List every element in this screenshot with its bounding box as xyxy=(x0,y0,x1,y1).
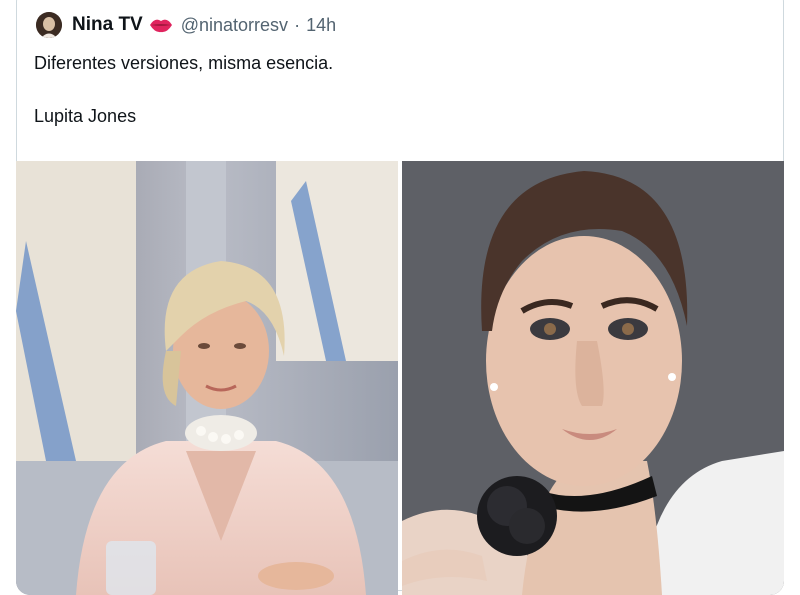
tweet-text-line: Lupita Jones xyxy=(34,106,137,126)
photo-older-woman-pink-suit[interactable] xyxy=(16,161,398,595)
tweet-text-line: Diferentes versiones, misma esencia. xyxy=(34,53,334,73)
lips-icon xyxy=(149,17,173,33)
timestamp[interactable]: 14h xyxy=(306,15,336,36)
user-handle[interactable]: @ninatorresv xyxy=(181,15,288,36)
separator-dot: · xyxy=(294,14,301,35)
avatar[interactable] xyxy=(36,12,62,38)
tweet-media xyxy=(16,161,784,595)
tweet-text: Diferentes versiones, misma esencia. Lup… xyxy=(34,52,333,127)
display-name[interactable]: Nina TV xyxy=(72,14,143,36)
tweet-header: Nina TV @ninatorresv · 14h xyxy=(36,10,336,40)
photo-woman-black-choker[interactable] xyxy=(402,161,784,595)
